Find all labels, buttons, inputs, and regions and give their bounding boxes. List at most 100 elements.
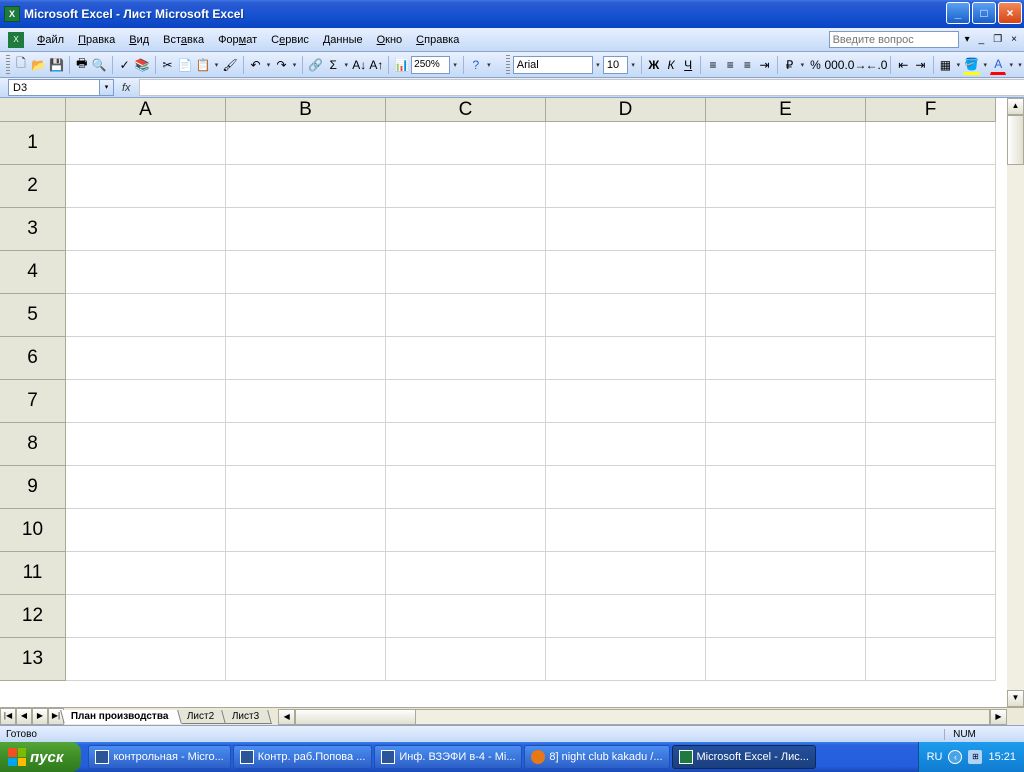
save-button[interactable]: 💾 bbox=[48, 55, 65, 75]
cell[interactable] bbox=[706, 595, 866, 638]
cell[interactable] bbox=[546, 251, 706, 294]
vertical-scrollbar[interactable]: ▲ ▼ bbox=[1007, 98, 1024, 707]
cell[interactable] bbox=[706, 423, 866, 466]
font-size-dropdown-icon[interactable]: ▾ bbox=[629, 61, 637, 69]
fill-color-dropdown-icon[interactable]: ▾ bbox=[981, 61, 989, 69]
row-header[interactable]: 2 bbox=[0, 165, 66, 208]
cell[interactable] bbox=[66, 337, 226, 380]
scroll-thumb[interactable] bbox=[296, 710, 416, 724]
column-header[interactable]: C bbox=[386, 98, 546, 122]
merge-center-button[interactable]: ⇥ bbox=[756, 55, 772, 75]
comma-button[interactable]: 000 bbox=[824, 55, 844, 75]
menu-edit[interactable]: Правка bbox=[71, 31, 122, 49]
cell[interactable] bbox=[226, 251, 386, 294]
sheet-tab[interactable]: Лист3 bbox=[221, 710, 272, 724]
zoom-dropdown-icon[interactable]: ▾ bbox=[451, 61, 459, 69]
align-left-button[interactable]: ≡ bbox=[705, 55, 721, 75]
cell[interactable] bbox=[866, 380, 996, 423]
align-center-button[interactable]: ≡ bbox=[722, 55, 738, 75]
cell[interactable] bbox=[66, 423, 226, 466]
cell[interactable] bbox=[226, 423, 386, 466]
cell[interactable] bbox=[226, 509, 386, 552]
scroll-down-button[interactable]: ▼ bbox=[1007, 690, 1024, 707]
close-button[interactable]: × bbox=[998, 2, 1022, 24]
cell[interactable] bbox=[386, 337, 546, 380]
cut-button[interactable]: ✂ bbox=[160, 55, 176, 75]
fill-color-button[interactable]: 🪣 bbox=[963, 55, 980, 75]
toolbar-grip[interactable] bbox=[6, 55, 10, 75]
cell[interactable] bbox=[546, 595, 706, 638]
cell[interactable] bbox=[706, 509, 866, 552]
minimize-button[interactable]: _ bbox=[946, 2, 970, 24]
format-painter-button[interactable]: 🖌 bbox=[221, 55, 238, 75]
cell[interactable] bbox=[706, 337, 866, 380]
toolbar-grip[interactable] bbox=[506, 55, 510, 75]
cell[interactable] bbox=[706, 208, 866, 251]
help-dropdown-icon[interactable]: ▾ bbox=[962, 34, 973, 45]
row-header[interactable]: 9 bbox=[0, 466, 66, 509]
currency-dropdown-icon[interactable]: ▾ bbox=[798, 61, 806, 69]
cell[interactable] bbox=[226, 638, 386, 681]
row-header[interactable]: 7 bbox=[0, 380, 66, 423]
ask-a-question-input[interactable] bbox=[829, 31, 959, 48]
new-button[interactable]: 🗋 bbox=[13, 55, 29, 75]
scroll-thumb[interactable] bbox=[1007, 115, 1024, 165]
cell[interactable] bbox=[386, 595, 546, 638]
tab-nav-first-button[interactable]: |◀ bbox=[0, 708, 16, 725]
bold-button[interactable]: Ж bbox=[646, 55, 662, 75]
row-header[interactable]: 11 bbox=[0, 552, 66, 595]
cell[interactable] bbox=[706, 552, 866, 595]
cell[interactable] bbox=[66, 165, 226, 208]
align-right-button[interactable]: ≡ bbox=[739, 55, 755, 75]
cell[interactable] bbox=[386, 380, 546, 423]
autosum-button[interactable]: Σ bbox=[325, 55, 341, 75]
paste-dropdown-icon[interactable]: ▾ bbox=[213, 61, 221, 69]
cell[interactable] bbox=[66, 251, 226, 294]
menu-file[interactable]: Файл bbox=[30, 31, 71, 49]
spelling-button[interactable]: ✓ bbox=[117, 55, 133, 75]
cell[interactable] bbox=[386, 509, 546, 552]
taskbar-item[interactable]: контрольная - Micro... bbox=[88, 745, 230, 769]
name-box-dropdown-icon[interactable]: ▾ bbox=[100, 79, 114, 96]
decrease-decimal-button[interactable]: ←.0 bbox=[866, 55, 886, 75]
column-header[interactable]: F bbox=[866, 98, 996, 122]
menu-data[interactable]: Данные bbox=[316, 31, 370, 49]
cell[interactable] bbox=[866, 423, 996, 466]
fx-icon[interactable]: fx bbox=[122, 82, 131, 94]
language-indicator[interactable]: RU bbox=[927, 751, 943, 763]
cell[interactable] bbox=[386, 251, 546, 294]
cell[interactable] bbox=[226, 294, 386, 337]
row-header[interactable]: 8 bbox=[0, 423, 66, 466]
taskbar-item[interactable]: Инф. ВЗЭФИ в-4 - Mi... bbox=[374, 745, 522, 769]
borders-dropdown-icon[interactable]: ▾ bbox=[954, 61, 962, 69]
increase-indent-button[interactable]: ⇥ bbox=[912, 55, 928, 75]
doc-minimize-button[interactable]: _ bbox=[976, 34, 988, 45]
cell[interactable] bbox=[546, 509, 706, 552]
cell[interactable] bbox=[706, 165, 866, 208]
menu-format[interactable]: Формат bbox=[211, 31, 264, 49]
row-header[interactable]: 13 bbox=[0, 638, 66, 681]
cell[interactable] bbox=[546, 208, 706, 251]
cell[interactable] bbox=[546, 122, 706, 165]
cell[interactable] bbox=[866, 509, 996, 552]
cell[interactable] bbox=[546, 638, 706, 681]
cell[interactable] bbox=[866, 337, 996, 380]
italic-button[interactable]: К bbox=[663, 55, 679, 75]
cell[interactable] bbox=[546, 466, 706, 509]
cell[interactable] bbox=[226, 165, 386, 208]
toolbar-options-icon[interactable]: ▾ bbox=[1016, 61, 1024, 69]
clock[interactable]: 15:21 bbox=[988, 751, 1016, 763]
font-color-dropdown-icon[interactable]: ▾ bbox=[1007, 61, 1015, 69]
redo-button[interactable]: ↷ bbox=[273, 55, 289, 75]
cell[interactable] bbox=[66, 638, 226, 681]
doc-restore-button[interactable]: ❐ bbox=[990, 34, 1005, 45]
cell[interactable] bbox=[546, 552, 706, 595]
tray-expand-icon[interactable]: ‹ bbox=[948, 750, 962, 764]
hyperlink-button[interactable]: 🔗 bbox=[307, 55, 324, 75]
scroll-right-button[interactable]: ▶ bbox=[990, 709, 1007, 725]
tab-nav-prev-button[interactable]: ◀ bbox=[16, 708, 32, 725]
formula-input[interactable] bbox=[139, 79, 1024, 96]
cell[interactable] bbox=[386, 552, 546, 595]
cell[interactable] bbox=[386, 208, 546, 251]
cell[interactable] bbox=[866, 251, 996, 294]
